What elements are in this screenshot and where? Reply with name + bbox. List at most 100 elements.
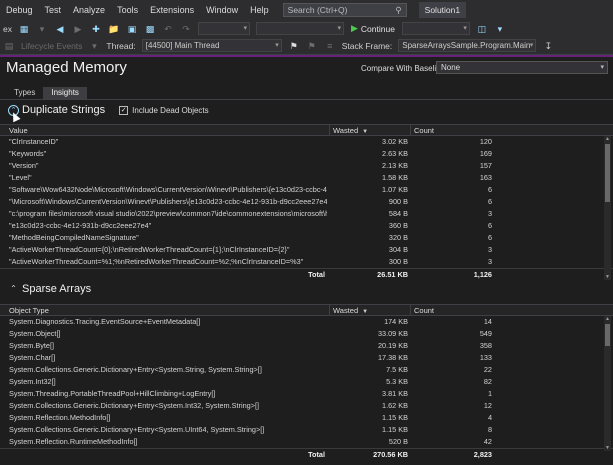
scroll-up-icon[interactable]: ▲ — [604, 136, 611, 142]
table-row[interactable]: "MethodBeingCompiledNameSignature" 320 B 6 — [0, 232, 613, 244]
search-placeholder: Search (Ctrl+Q) — [287, 5, 348, 15]
table-row[interactable]: System.Reflection.MethodInfo[] 1.15 KB 4 — [0, 412, 613, 424]
undo-icon[interactable]: ↶ — [162, 23, 174, 35]
scroll-thumb[interactable] — [605, 324, 610, 346]
table-row[interactable]: System.Byte[] 20.19 KB 358 — [0, 340, 613, 352]
baseline-select[interactable]: None ▾ — [436, 61, 608, 74]
lifecycle-events-button[interactable]: Lifecycle Events — [21, 41, 82, 51]
thread-select[interactable]: [44500] Main Thread ▾ — [141, 39, 282, 52]
table-row[interactable]: System.Collections.Generic.Dictionary+En… — [0, 364, 613, 376]
include-dead-objects-checkbox[interactable]: ✓ — [119, 105, 129, 115]
menu-tools[interactable]: Tools — [111, 0, 144, 20]
total-label: Total — [308, 270, 325, 279]
cell-value: System.Diagnostics.Tracing.EventSource+E… — [9, 317, 201, 326]
debug-target-combo[interactable]: ▾ — [401, 22, 470, 35]
table-row[interactable]: System.Threading.PortableThreadPool+Hill… — [0, 388, 613, 400]
toolbar-overflow-icon[interactable]: ▾ — [494, 23, 506, 35]
cell-value: "Level" — [9, 173, 32, 182]
table-row[interactable]: System.Collections.Generic.Dictionary+En… — [0, 424, 613, 436]
chevron-down-icon: ▾ — [463, 25, 467, 32]
table-row[interactable]: System.Int32[] 5.3 KB 82 — [0, 376, 613, 388]
lifecycle-icon[interactable]: ▤ — [3, 40, 15, 52]
table-row[interactable]: "ClrInstanceID" 3.02 KB 120 — [0, 136, 613, 148]
column-header-count[interactable]: Count — [410, 125, 600, 136]
dropdown-arrow-icon[interactable]: ▾ — [36, 23, 48, 35]
cell-value: System.Collections.Generic.Dictionary+En… — [9, 401, 260, 410]
include-dead-objects-toggle[interactable]: ✓ Include Dead Objects — [119, 105, 209, 115]
grid-icon[interactable]: ▦ — [18, 23, 30, 35]
table-row[interactable]: System.Reflection.RuntimeMethodInfo[] 520… — [0, 436, 613, 448]
search-input[interactable]: Search (Ctrl+Q) ⚲ — [282, 3, 407, 17]
table-row[interactable]: "Version" 2.13 KB 157 — [0, 160, 613, 172]
menu-extensions[interactable]: Extensions — [144, 0, 200, 20]
save-icon[interactable]: ▣ — [126, 23, 138, 35]
page-title: Managed Memory — [6, 59, 127, 76]
duplicate-strings-grid: Value Wasted ▼ Count "ClrInstanceID" 3.02 … — [0, 124, 613, 280]
scroll-up-icon[interactable]: ▲ — [604, 316, 611, 322]
filter-threads-icon[interactable]: ⚑ — [306, 40, 318, 52]
table-row[interactable]: "ActiveWorkerThreadCount={0};\nRetiredWo… — [0, 244, 613, 256]
configuration-combo[interactable]: ▾ — [197, 22, 250, 35]
column-header-wasted[interactable]: Wasted ▼ — [329, 125, 409, 136]
chevron-down-icon[interactable]: ▾ — [88, 40, 100, 52]
toolbar-overflow-icon[interactable]: ↧ — [542, 40, 554, 52]
cell-wasted: 1.15 KB — [382, 425, 408, 434]
solution-name-button[interactable]: Solution1 — [418, 2, 467, 18]
table-row[interactable]: "\Microsoft\Windows\CurrentVersion\Winev… — [0, 196, 613, 208]
table-row[interactable]: "c:\program files\microsoft visual studi… — [0, 208, 613, 220]
cell-wasted: 520 B — [388, 437, 408, 446]
scroll-down-icon[interactable]: ▼ — [604, 274, 611, 280]
debug-location-toolbar: ▤ Lifecycle Events ▾ Thread: [44500] Mai… — [0, 37, 613, 55]
table-row[interactable]: "ActiveWorkerThreadCount=%1;%nRetiredWor… — [0, 256, 613, 268]
cell-wasted: 584 B — [388, 209, 408, 218]
flag-icon[interactable]: ⚑ — [288, 40, 300, 52]
menu-help[interactable]: Help — [244, 0, 275, 20]
table-row[interactable]: "Keywords" 2.63 KB 169 — [0, 148, 613, 160]
table-row[interactable]: System.Collections.Generic.Dictionary+En… — [0, 400, 613, 412]
tab-insights[interactable]: Insights — [43, 87, 87, 99]
cell-count: 6 — [487, 233, 492, 242]
sparse-arrays-scrollbar[interactable]: ▲ ▼ — [604, 316, 611, 451]
table-row[interactable]: "e13c0d23-ccbc-4e12-931b-d9cc2eee27e4" 36… — [0, 220, 613, 232]
browser-link-icon[interactable]: ◫ — [476, 23, 488, 35]
duplicate-strings-scrollbar[interactable]: ▲ ▼ — [604, 136, 611, 280]
table-row[interactable]: System.Object[] 33.09 KB 549 — [0, 328, 613, 340]
scroll-thumb[interactable] — [605, 144, 610, 202]
stack-frame-value: SparseArraysSample.Program.Main — [402, 41, 531, 50]
stack-frame-select[interactable]: SparseArraysSample.Program.Main ▾ — [398, 39, 537, 52]
menu-test[interactable]: Test — [39, 0, 68, 20]
table-row[interactable]: "Software\Wow6432Node\Microsoft\Windows\… — [0, 184, 613, 196]
tab-types[interactable]: Types — [6, 87, 43, 99]
continue-button[interactable]: ▶ Continue — [351, 23, 395, 34]
column-header-object-type[interactable]: Object Type — [6, 305, 328, 316]
column-header-count[interactable]: Count — [410, 305, 600, 316]
menu-window[interactable]: Window — [200, 0, 244, 20]
cell-value: "Version" — [9, 161, 39, 170]
platform-combo[interactable]: ▾ — [255, 22, 344, 35]
table-row[interactable]: System.Char[] 17.38 KB 133 — [0, 352, 613, 364]
show-threads-icon[interactable]: ≡ — [324, 40, 336, 52]
open-folder-icon[interactable]: 📁 — [108, 23, 120, 35]
new-item-icon[interactable]: ✚ — [90, 23, 102, 35]
collapse-chevron-icon[interactable]: ⌃ — [8, 284, 19, 295]
cell-count: 6 — [487, 185, 492, 194]
redo-icon[interactable]: ↷ — [180, 23, 192, 35]
navigate-back-icon[interactable]: ◀ — [54, 23, 66, 35]
table-row[interactable]: System.Diagnostics.Tracing.EventSource+E… — [0, 316, 613, 328]
navigate-forward-icon[interactable]: ▶ — [72, 23, 84, 35]
column-header-wasted[interactable]: Wasted ▼ — [329, 305, 409, 316]
cell-value: "\Microsoft\Windows\CurrentVersion\Winev… — [9, 197, 327, 206]
cell-value: "ActiveWorkerThreadCount=%1;%nRetiredWor… — [9, 257, 304, 266]
scroll-down-icon[interactable]: ▼ — [604, 445, 611, 451]
table-row[interactable]: "Level" 1.58 KB 163 — [0, 172, 613, 184]
column-header-value[interactable]: Value — [6, 125, 328, 136]
cell-wasted: 2.63 KB — [382, 149, 408, 158]
cell-count: 133 — [479, 353, 492, 362]
tab-divider — [0, 99, 613, 100]
menu-debug[interactable]: Debug — [0, 0, 39, 20]
save-all-icon[interactable]: ▩ — [144, 23, 156, 35]
cell-value: "c:\program files\microsoft visual studi… — [9, 209, 327, 218]
menu-analyze[interactable]: Analyze — [67, 0, 111, 20]
toolbar-left-stub: ex — [3, 23, 12, 34]
total-label: Total — [308, 450, 325, 459]
